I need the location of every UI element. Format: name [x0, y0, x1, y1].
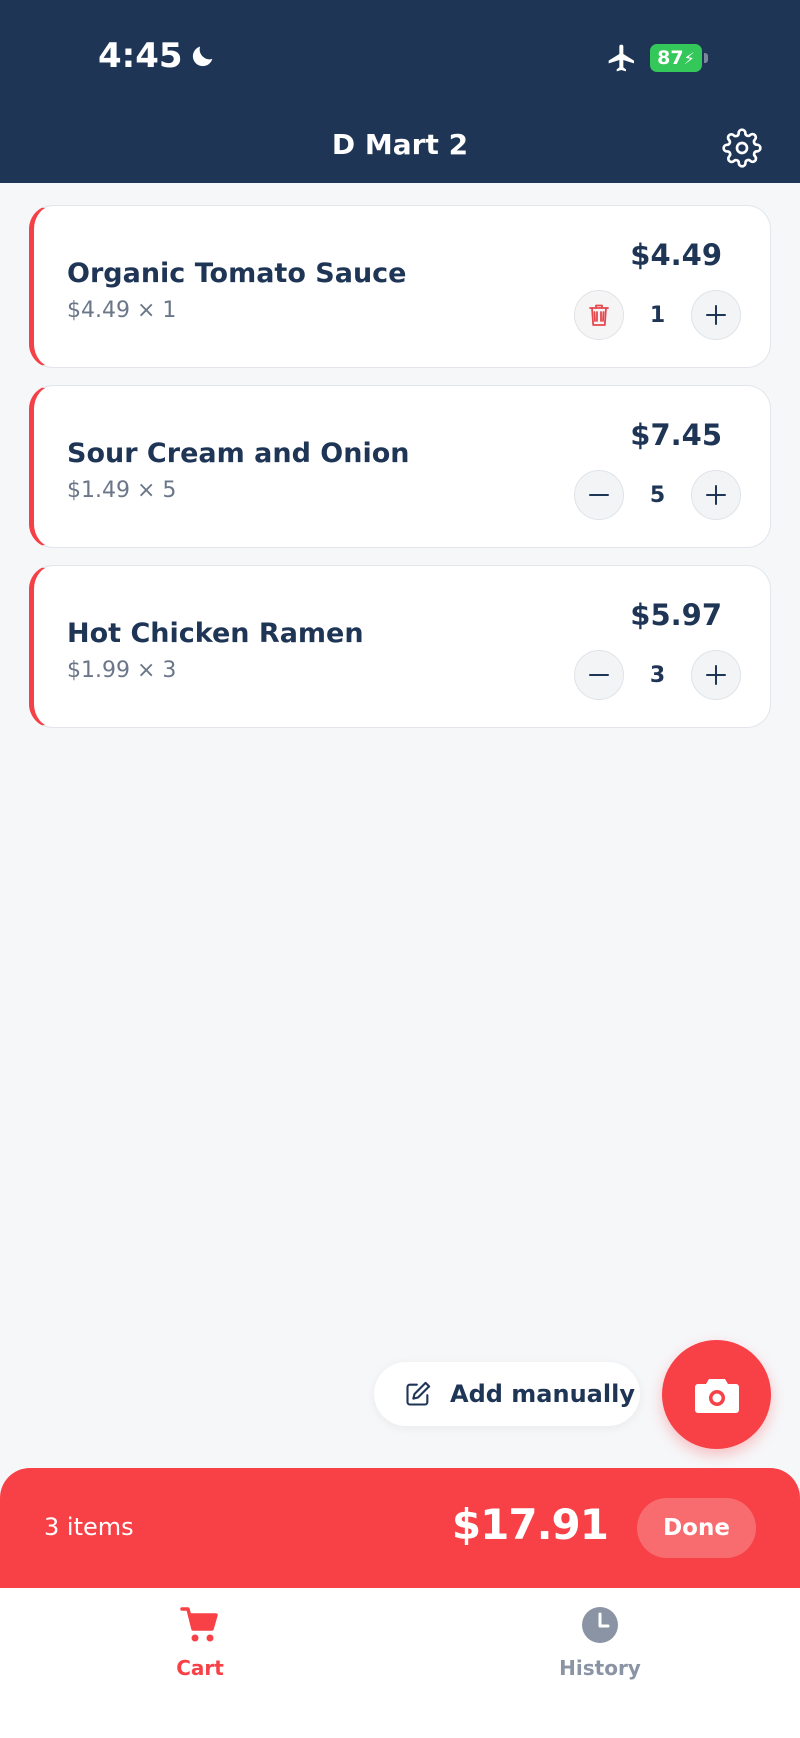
- cart-list: Organic Tomato Sauce $4.49 × 1 $4.49 1 S…: [29, 205, 771, 745]
- cart-item[interactable]: Organic Tomato Sauce $4.49 × 1 $4.49 1: [29, 205, 771, 368]
- item-quantity: 5: [649, 482, 666, 508]
- item-unit-price: $1.49 × 5: [67, 478, 177, 503]
- item-name: Organic Tomato Sauce: [67, 258, 407, 289]
- decrement-button[interactable]: [574, 650, 624, 700]
- plus-icon: [706, 305, 726, 325]
- item-total: $4.49: [630, 238, 722, 272]
- items-count: 3 items: [44, 1513, 134, 1541]
- clock-icon: [582, 1607, 618, 1643]
- moon-icon: [192, 46, 212, 67]
- increment-button[interactable]: [691, 470, 741, 520]
- battery-level: 87: [657, 47, 684, 69]
- status-indicators: 87 ⚡: [606, 42, 708, 74]
- item-quantity: 1: [649, 302, 666, 328]
- item-name: Hot Chicken Ramen: [67, 618, 364, 649]
- camera-icon: [694, 1378, 739, 1413]
- item-unit-price: $4.49 × 1: [67, 298, 177, 323]
- increment-button[interactable]: [691, 290, 741, 340]
- item-total: $7.45: [630, 418, 722, 452]
- remove-item-button[interactable]: [574, 290, 624, 340]
- cart-summary-bar: 3 items $17.91 Done: [0, 1468, 800, 1588]
- airplane-icon: [608, 44, 634, 72]
- quantity-stepper: 3: [574, 650, 741, 700]
- item-name: Sour Cream and Onion: [67, 438, 410, 469]
- app-header: 4:45 87 ⚡ D Mart 2: [0, 0, 800, 183]
- add-manually-label: Add manually: [450, 1380, 635, 1408]
- tab-history[interactable]: History: [530, 1606, 670, 1680]
- cart-icon: [180, 1607, 218, 1642]
- item-quantity: 3: [649, 662, 666, 688]
- quantity-stepper: 1: [574, 290, 741, 340]
- cart-item[interactable]: Hot Chicken Ramen $1.99 × 3 $5.97 3: [29, 565, 771, 728]
- gear-icon[interactable]: [722, 128, 762, 168]
- status-time-label: 4:45: [98, 36, 183, 76]
- item-unit-price: $1.99 × 3: [67, 658, 177, 683]
- plus-icon: [706, 485, 726, 505]
- tab-cart[interactable]: Cart: [130, 1606, 270, 1680]
- decrement-button[interactable]: [574, 470, 624, 520]
- plus-icon: [706, 665, 726, 685]
- status-time: 4:45: [98, 36, 217, 76]
- tab-bar: Cart History: [0, 1588, 800, 1738]
- tab-history-label: History: [559, 1656, 641, 1680]
- trash-icon: [589, 304, 609, 326]
- charging-icon: ⚡: [683, 48, 695, 68]
- add-manually-button[interactable]: Add manually: [374, 1362, 640, 1426]
- minus-icon: [589, 494, 609, 496]
- done-button[interactable]: Done: [637, 1498, 756, 1558]
- minus-icon: [589, 674, 609, 676]
- cart-item[interactable]: Sour Cream and Onion $1.49 × 5 $7.45 5: [29, 385, 771, 548]
- item-total: $5.97: [630, 598, 722, 632]
- page-title: D Mart 2: [331, 128, 469, 161]
- battery-indicator: 87 ⚡: [650, 44, 708, 72]
- edit-icon: [406, 1381, 431, 1406]
- quantity-stepper: 5: [574, 470, 741, 520]
- cart-total: $17.91: [451, 1500, 609, 1549]
- tab-cart-label: Cart: [176, 1656, 224, 1680]
- increment-button[interactable]: [691, 650, 741, 700]
- scan-camera-button[interactable]: [662, 1340, 771, 1449]
